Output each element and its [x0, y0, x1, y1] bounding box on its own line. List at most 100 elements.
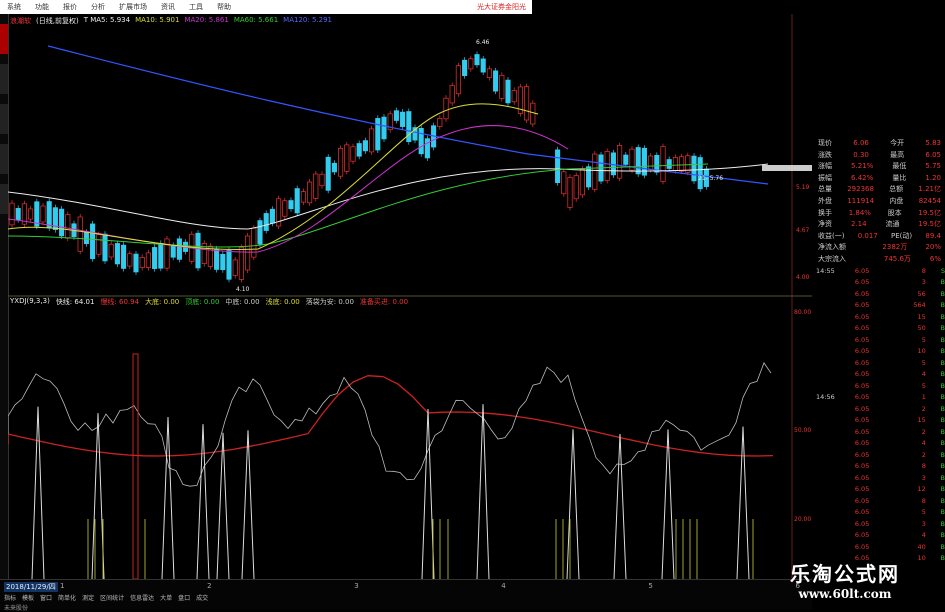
tick-row: 6.05 15 B	[812, 312, 945, 324]
menu-item-analysis[interactable]: 分析	[84, 2, 112, 12]
tick-price: 6.05	[854, 347, 870, 356]
ind-bottom-mid: 中底: 0.00	[225, 298, 260, 306]
quote-value-2: 89.4	[925, 231, 941, 240]
quote-value: 292368	[847, 185, 874, 194]
price-axis-1: 5.19	[796, 184, 810, 191]
broker-logo: 光大证券金阳光	[477, 3, 526, 11]
tick-row: 6.05 50 B	[812, 323, 945, 335]
menu-item-help[interactable]: 帮助	[210, 2, 238, 12]
menu-item-system[interactable]: 系统	[0, 2, 28, 12]
tick-price: 6.05	[854, 324, 870, 333]
candle-body	[325, 156, 331, 191]
tool-indicator[interactable]: 指标	[4, 593, 16, 602]
red-signal-bar	[132, 353, 139, 579]
candle-body	[313, 173, 319, 199]
menu-item-market[interactable]: 扩展市场	[112, 2, 154, 12]
time-tick: 3	[354, 582, 359, 590]
tick-side: B	[940, 508, 945, 517]
quote-row: 换手 1.84% 股本 19.5亿	[812, 208, 945, 220]
tick-side: B	[940, 427, 945, 436]
tick-row: 6.05 15 B	[812, 415, 945, 427]
candle-body	[480, 58, 486, 73]
tool-simple[interactable]: 简单化	[58, 593, 76, 602]
sidebar-tab[interactable]	[0, 104, 8, 134]
candle-body	[579, 168, 585, 196]
price-axis-3: 4.00	[796, 274, 810, 281]
tick-row: 6.05 10 B	[812, 346, 945, 358]
candle-body	[493, 70, 499, 92]
menu-item-quote[interactable]: 报价	[56, 2, 84, 12]
tick-time	[812, 461, 843, 473]
tool-big-order[interactable]: 大单	[160, 593, 172, 602]
tick-side: B	[940, 485, 945, 494]
tick-side: B	[940, 358, 945, 367]
quote-key-2: PE(动)	[891, 231, 913, 240]
chart-period[interactable]: (日线,前复权)	[36, 16, 79, 28]
tick-row: 6.05 2 B	[812, 450, 945, 462]
tool-deals[interactable]: 成交	[196, 593, 208, 602]
tool-radar[interactable]: 信息雷达	[130, 593, 154, 602]
tick-volume: 10	[917, 347, 926, 356]
toolbar: 指标 模板 窗口 简单化 测定 区间统计 信息雷达 大单 盘口 成交	[4, 593, 208, 602]
tick-time	[812, 530, 843, 542]
sidebar-tab[interactable]	[0, 184, 8, 214]
price-axis-2: 4.67	[796, 227, 810, 234]
quote-row: 涨跌 0.30 最高 6.05	[812, 150, 945, 162]
tick-time	[812, 369, 843, 381]
candle-body	[59, 208, 65, 237]
tick-volume: 3	[921, 473, 926, 482]
tool-measure[interactable]: 测定	[82, 593, 94, 602]
indicator-name[interactable]: YXDJ(9,3,3)	[10, 297, 50, 309]
ind-axis-1: 80.00	[794, 309, 811, 316]
time-tick: 4	[501, 582, 506, 590]
candlestick-series	[9, 51, 709, 283]
tick-time	[812, 450, 843, 462]
quote-value-2: 19.5亿	[918, 220, 941, 229]
quote-row: 涨幅 5.21% 最低 5.75	[812, 161, 945, 173]
tool-book[interactable]: 盘口	[178, 593, 190, 602]
tool-range[interactable]: 区间统计	[100, 593, 124, 602]
tick-price: 6.05	[854, 381, 870, 390]
tick-side: B	[940, 462, 945, 471]
sidebar-tab-active[interactable]	[0, 24, 8, 54]
quote-value: 5.21%	[851, 162, 874, 171]
menu-item-tools[interactable]: 工具	[182, 2, 210, 12]
quote-value-2: 19.5亿	[918, 208, 941, 217]
quote-value-2: 5.83	[925, 139, 941, 147]
tool-window[interactable]: 窗口	[40, 593, 52, 602]
tick-time	[812, 289, 843, 301]
sidebar-tab[interactable]	[0, 64, 8, 94]
tick-price: 6.05	[854, 370, 870, 379]
time-axis: 1 2 3 4 5 6	[60, 582, 800, 590]
signal-spike	[161, 416, 175, 579]
candle-body	[697, 157, 703, 190]
menu-item-function[interactable]: 功能	[28, 2, 56, 12]
candle-body	[263, 213, 269, 231]
ma5-label: T MA5: 5.934	[83, 16, 131, 24]
ind-axis-2: 50.00	[794, 427, 811, 434]
tick-time: 14:55	[816, 266, 835, 275]
tick-side: B	[940, 278, 945, 287]
tick-price: 6.05	[854, 393, 870, 402]
tick-price: 6.05	[854, 404, 870, 413]
ind-fast: 快线: 64.01	[55, 298, 95, 306]
watermark-title: 乐淘公式网	[790, 562, 900, 586]
candle-body	[139, 257, 145, 268]
tick-row: 6.05 12 B	[812, 484, 945, 496]
tick-volume: 12	[917, 485, 926, 494]
tool-template[interactable]: 模板	[22, 593, 34, 602]
quote-value: 6.06	[853, 139, 869, 147]
quote-row: 大宗流入 745.6万 6%	[812, 254, 945, 266]
tick-row: 6.05 2 B	[812, 427, 945, 439]
tick-volume: 4	[921, 439, 926, 448]
tick-row: 6.05 2 B	[812, 404, 945, 416]
time-tick: 2	[207, 582, 212, 590]
tick-price: 6.05	[854, 473, 870, 482]
menu-item-news[interactable]: 资讯	[154, 2, 182, 12]
tick-row: 6.05 4 B	[812, 369, 945, 381]
tick-row: 6.05 3 B	[812, 473, 945, 485]
tick-side: B	[940, 473, 945, 482]
sidebar-tab[interactable]	[0, 144, 8, 174]
tick-time	[812, 415, 843, 427]
quote-key: 涨幅	[818, 162, 832, 171]
